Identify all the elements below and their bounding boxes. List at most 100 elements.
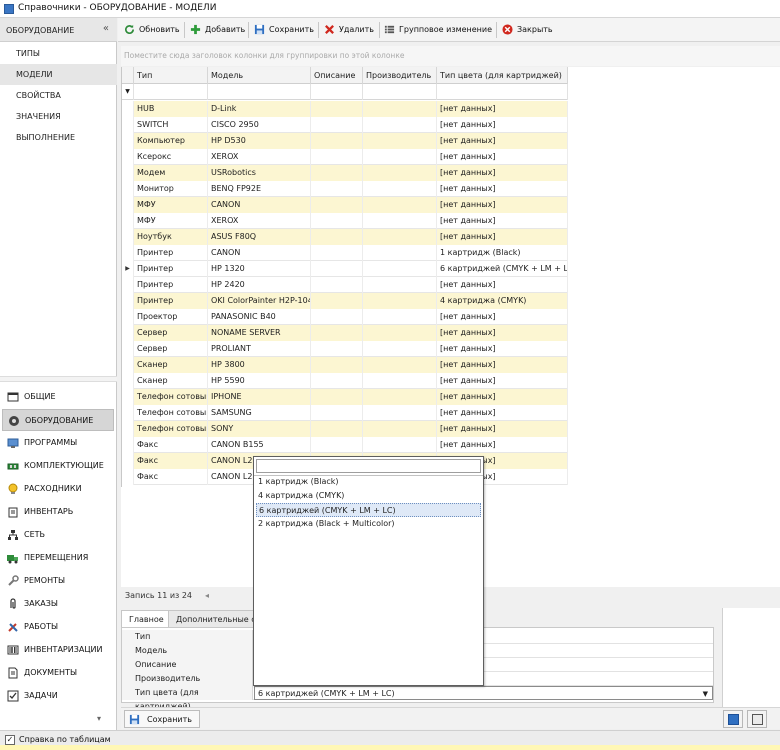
row-indicator[interactable] xyxy=(122,309,134,325)
row-indicator[interactable] xyxy=(122,133,134,149)
cell-manufacturer[interactable] xyxy=(363,245,437,261)
table-row[interactable]: SWITCH CISCO 2950 [нет данных] xyxy=(122,117,568,133)
cell-type[interactable]: Сервер xyxy=(134,341,208,357)
table-row[interactable]: Принтер CANON 1 картридж (Black) xyxy=(122,245,568,261)
row-indicator[interactable] xyxy=(122,421,134,437)
cell-manufacturer[interactable] xyxy=(363,181,437,197)
cell-description[interactable] xyxy=(311,373,363,389)
cell-manufacturer[interactable] xyxy=(363,149,437,165)
cell-color-type[interactable]: [нет данных] xyxy=(437,133,568,149)
cell-model[interactable]: ASUS F80Q xyxy=(208,229,311,245)
cell-type[interactable]: Телефон сотовый xyxy=(134,389,208,405)
row-indicator[interactable] xyxy=(122,453,134,469)
cell-type[interactable]: Сканер xyxy=(134,357,208,373)
module-orders[interactable]: ЗАКАЗЫ xyxy=(2,593,114,615)
cell-type[interactable]: Принтер xyxy=(134,277,208,293)
column-header-manufacturer[interactable]: Производитель xyxy=(363,67,437,84)
chevron-down-icon[interactable]: ▼ xyxy=(703,687,708,701)
row-indicator[interactable] xyxy=(122,181,134,197)
cell-model[interactable]: HP 3800 xyxy=(208,357,311,373)
module-inventarizations[interactable]: ИНВЕНТАРИЗАЦИИ xyxy=(2,639,114,661)
table-row[interactable]: Сервер PROLIANT [нет данных] xyxy=(122,341,568,357)
module-network[interactable]: СЕТЬ xyxy=(2,524,114,546)
cell-type[interactable]: SWITCH xyxy=(134,117,208,133)
tab-extra-properties[interactable]: Дополнительные свойства xyxy=(168,610,256,628)
cell-color-type[interactable]: [нет данных] xyxy=(437,229,568,245)
group-by-panel[interactable]: Поместите сюда заголовок колонки для гру… xyxy=(121,46,780,66)
cell-type[interactable]: Монитор xyxy=(134,181,208,197)
cell-manufacturer[interactable] xyxy=(363,293,437,309)
record-nav-prev-icon[interactable]: ◂ xyxy=(205,588,209,604)
cell-model[interactable]: PROLIANT xyxy=(208,341,311,357)
cell-model[interactable]: SONY xyxy=(208,421,311,437)
subnav-item-models[interactable]: МОДЕЛИ xyxy=(0,64,117,85)
module-movements[interactable]: ПЕРЕМЕЩЕНИЯ xyxy=(2,547,114,569)
cell-description[interactable] xyxy=(311,389,363,405)
cell-description[interactable] xyxy=(311,197,363,213)
cell-color-type[interactable]: [нет данных] xyxy=(437,149,568,165)
cell-manufacturer[interactable] xyxy=(363,277,437,293)
cell-description[interactable] xyxy=(311,213,363,229)
module-tasks[interactable]: ЗАДАЧИ xyxy=(2,685,114,707)
module-components[interactable]: КОМПЛЕКТУЮЩИЕ xyxy=(2,455,114,477)
cell-description[interactable] xyxy=(311,101,363,117)
cell-manufacturer[interactable] xyxy=(363,117,437,133)
cell-type[interactable]: Факс xyxy=(134,469,208,485)
cell-color-type[interactable]: 4 картриджа (CMYK) xyxy=(437,293,568,309)
collapse-icon[interactable]: « xyxy=(103,23,109,34)
refresh-button[interactable]: Обновить xyxy=(124,23,180,37)
cell-color-type[interactable]: [нет данных] xyxy=(437,213,568,229)
cell-description[interactable] xyxy=(311,309,363,325)
dropdown-option[interactable]: 2 картриджа (Black + Multicolor) xyxy=(256,517,481,531)
cell-manufacturer[interactable] xyxy=(363,373,437,389)
table-row[interactable]: Сервер NONAME SERVER [нет данных] xyxy=(122,325,568,341)
cell-type[interactable]: Телефон сотовый xyxy=(134,421,208,437)
row-indicator[interactable] xyxy=(122,165,134,181)
row-indicator[interactable] xyxy=(122,117,134,133)
row-indicator[interactable] xyxy=(122,357,134,373)
cell-model[interactable]: CISCO 2950 xyxy=(208,117,311,133)
cell-model[interactable]: CANON xyxy=(208,197,311,213)
cell-color-type[interactable]: [нет данных] xyxy=(437,325,568,341)
subnav-item-execution[interactable]: ВЫПОЛНЕНИЕ xyxy=(0,127,117,148)
cell-model[interactable]: IPHONE xyxy=(208,389,311,405)
column-header-model[interactable]: Модель xyxy=(208,67,311,84)
cell-type[interactable]: Телефон сотовый xyxy=(134,405,208,421)
cell-model[interactable]: HP 1320 xyxy=(208,261,311,277)
module-general[interactable]: ОБЩИЕ xyxy=(2,386,114,408)
row-indicator[interactable] xyxy=(122,469,134,485)
cell-manufacturer[interactable] xyxy=(363,341,437,357)
cell-color-type[interactable]: [нет данных] xyxy=(437,101,568,117)
cell-model[interactable]: D-Link xyxy=(208,101,311,117)
cell-manufacturer[interactable] xyxy=(363,197,437,213)
cell-type[interactable]: Ксерокс xyxy=(134,149,208,165)
cell-model[interactable]: XEROX xyxy=(208,149,311,165)
row-indicator[interactable] xyxy=(122,213,134,229)
cell-color-type[interactable]: [нет данных] xyxy=(437,437,568,453)
cell-model[interactable]: CANON xyxy=(208,245,311,261)
cell-model[interactable]: BENQ FP92E xyxy=(208,181,311,197)
cell-type[interactable]: Ноутбук xyxy=(134,229,208,245)
cell-manufacturer[interactable] xyxy=(363,133,437,149)
subnav-item-types[interactable]: ТИПЫ xyxy=(0,43,117,64)
cell-model[interactable]: HP 2420 xyxy=(208,277,311,293)
add-button[interactable]: Добавить xyxy=(190,23,245,37)
cell-description[interactable] xyxy=(311,341,363,357)
table-row[interactable]: Принтер OKI ColorPainter H2P-104s 4 картри… xyxy=(122,293,568,309)
cell-manufacturer[interactable] xyxy=(363,213,437,229)
cell-manufacturer[interactable] xyxy=(363,357,437,373)
table-row[interactable]: Телефон сотовый SONY [нет данных] xyxy=(122,421,568,437)
cell-model[interactable]: PANASONIC B40 xyxy=(208,309,311,325)
filter-cell-manufacturer[interactable] xyxy=(363,84,437,100)
table-row[interactable]: МФУ XEROX [нет данных] xyxy=(122,213,568,229)
cell-color-type[interactable]: 6 картриджей (CMYK + LM + LC) xyxy=(437,261,568,277)
row-indicator[interactable] xyxy=(122,341,134,357)
module-documents[interactable]: ДОКУМЕНТЫ xyxy=(2,662,114,684)
row-indicator[interactable] xyxy=(122,149,134,165)
cell-manufacturer[interactable] xyxy=(363,261,437,277)
cell-description[interactable] xyxy=(311,405,363,421)
row-indicator[interactable] xyxy=(122,229,134,245)
row-indicator[interactable] xyxy=(122,389,134,405)
row-indicator[interactable] xyxy=(122,277,134,293)
cell-type[interactable]: Факс xyxy=(134,437,208,453)
